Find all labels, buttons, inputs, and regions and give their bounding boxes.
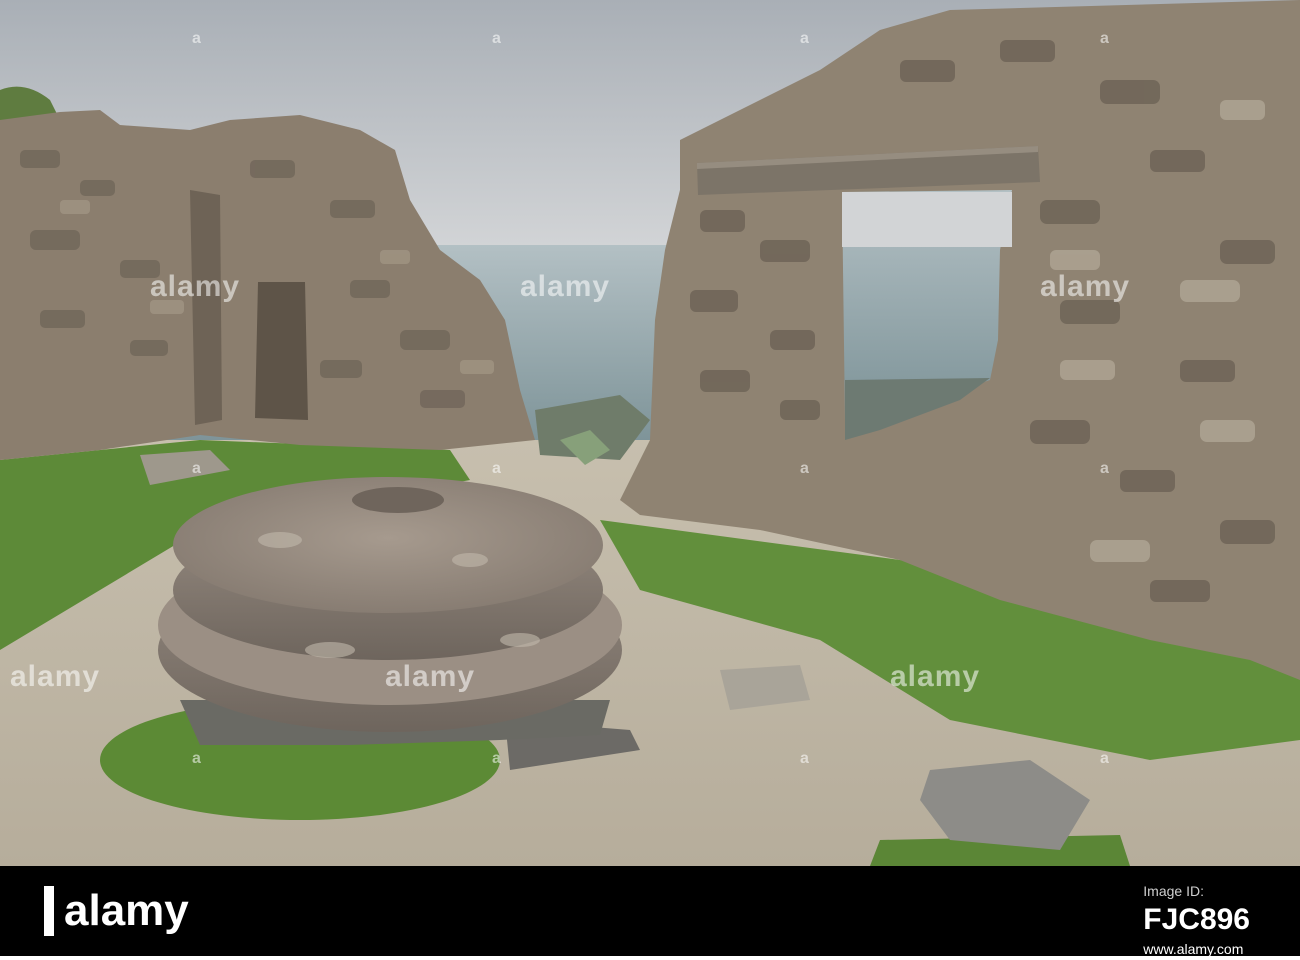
logo-mark-icon [44,886,54,936]
ruined-mill-scene [0,0,1300,866]
logo-text: alamy [64,886,189,935]
photo: alamy alamy alamy alamy alamy alamy a a … [0,0,1300,866]
watermark-mark: a [1100,460,1109,477]
footer-bar: alamy Image ID: FJC896 www.alamy.com [0,866,1300,957]
watermark-mark: a [800,750,809,767]
alamy-logo[interactable]: alamy [44,886,189,936]
watermark-mark: a [192,30,201,47]
watermark-mark: a [192,460,201,477]
watermark-mark: a [800,460,809,477]
image-meta: Image ID: FJC896 www.alamy.com [1143,880,1250,960]
watermark-mark: a [192,750,201,767]
watermark-mark: a [1100,750,1109,767]
millstones [158,477,622,745]
watermark-mark: a [492,750,501,767]
site-link[interactable]: www.alamy.com [1143,938,1250,960]
watermark-mark: a [492,460,501,477]
watermark-mark: a [800,30,809,47]
watermark-mark: a [1100,30,1109,47]
image-id: FJC896 [1143,903,1250,936]
watermark-mark: a [492,30,501,47]
image-id-label: Image ID: [1143,883,1204,899]
millstone-hole [352,487,444,513]
